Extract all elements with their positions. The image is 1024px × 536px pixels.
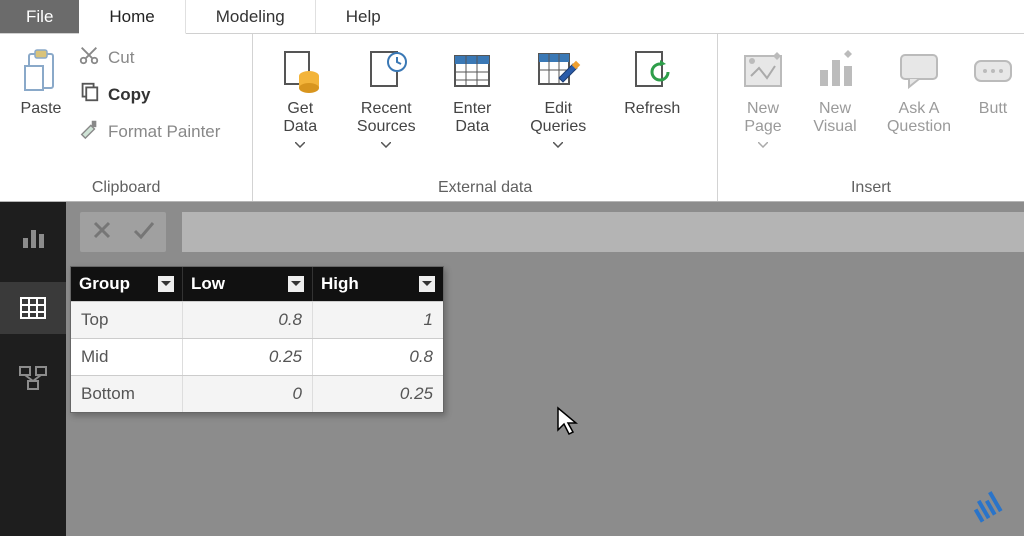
- ribbon-group-insert: New Page New Visual Ask A Question Butt …: [718, 34, 1024, 201]
- recent-icon: [361, 46, 411, 96]
- table-row[interactable]: Top 0.8 1: [71, 301, 443, 338]
- chevron-down-icon: [295, 135, 305, 153]
- table-header-row: Group Low High: [71, 267, 443, 301]
- header-low-label: Low: [191, 274, 225, 294]
- refresh-icon: [627, 46, 677, 96]
- commit-icon[interactable]: [131, 219, 155, 246]
- ribbon-group-clipboard: Paste Cut Copy Format Painter Clipboard: [0, 34, 253, 201]
- menu-bar: File Home Modeling Help: [0, 0, 1024, 34]
- ribbon: Paste Cut Copy Format Painter Clipboard: [0, 34, 1024, 202]
- chevron-down-icon: [553, 135, 563, 153]
- new-page-button[interactable]: New Page: [732, 40, 794, 153]
- edit-queries-icon: [533, 46, 583, 96]
- ribbon-group-external-data: Get Data Recent Sources Enter Data Edit …: [253, 34, 718, 201]
- table-row[interactable]: Bottom 0 0.25: [71, 375, 443, 412]
- brush-icon: [78, 118, 100, 145]
- chevron-down-icon: [381, 135, 391, 153]
- copy-label: Copy: [108, 85, 151, 105]
- cell-high: 0.8: [313, 339, 443, 375]
- cell-low: 0.8: [183, 302, 313, 338]
- filter-icon[interactable]: [288, 276, 304, 292]
- header-high[interactable]: High: [313, 267, 443, 301]
- get-data-label: Get Data: [283, 100, 317, 137]
- ask-question-button[interactable]: Ask A Question: [876, 40, 962, 137]
- canvas: Group Low High Top 0.8 1 Mid 0.25 0.8 Bo…: [66, 202, 1024, 536]
- filter-icon[interactable]: [419, 276, 435, 292]
- format-painter-button[interactable]: Format Painter: [78, 118, 220, 145]
- new-visual-button[interactable]: New Visual: [804, 40, 866, 137]
- ask-question-label: Ask A Question: [887, 100, 951, 137]
- cancel-icon[interactable]: [91, 219, 113, 246]
- cell-high: 1: [313, 302, 443, 338]
- format-painter-label: Format Painter: [108, 122, 220, 142]
- tab-file[interactable]: File: [0, 0, 79, 33]
- new-page-icon: [738, 46, 788, 96]
- formula-bar: [80, 212, 1024, 252]
- report-view-button[interactable]: [16, 224, 50, 252]
- watermark-logo-icon: [966, 489, 1010, 530]
- scissors-icon: [78, 44, 100, 71]
- tab-home-label: Home: [109, 7, 154, 27]
- chevron-down-icon: [758, 135, 768, 153]
- edit-queries-label: Edit Queries: [530, 100, 586, 137]
- get-data-icon: [275, 46, 325, 96]
- model-view-button[interactable]: [16, 364, 50, 392]
- enter-data-label: Enter Data: [453, 100, 491, 137]
- enter-data-button[interactable]: Enter Data: [441, 40, 503, 137]
- new-page-label: New Page: [744, 100, 781, 137]
- recent-sources-button[interactable]: Recent Sources: [345, 40, 427, 153]
- cut-label: Cut: [108, 48, 134, 68]
- formula-input[interactable]: [182, 212, 1024, 252]
- cell-high: 0.25: [313, 376, 443, 412]
- cell-group: Top: [71, 302, 183, 338]
- button-icon: [968, 46, 1018, 96]
- data-table: Group Low High Top 0.8 1 Mid 0.25 0.8 Bo…: [70, 266, 444, 413]
- cell-group: Mid: [71, 339, 183, 375]
- cell-low: 0.25: [183, 339, 313, 375]
- insert-group-label: Insert: [728, 175, 1014, 199]
- cell-group: Bottom: [71, 376, 183, 412]
- tab-help[interactable]: Help: [316, 0, 411, 33]
- paste-button[interactable]: Paste: [10, 40, 72, 118]
- buttons-button[interactable]: Butt: [972, 40, 1014, 118]
- table-row[interactable]: Mid 0.25 0.8: [71, 338, 443, 375]
- view-switcher: [0, 202, 66, 536]
- workspace: Group Low High Top 0.8 1 Mid 0.25 0.8 Bo…: [0, 202, 1024, 536]
- data-view-button[interactable]: [0, 282, 66, 334]
- clipboard-group-label: Clipboard: [10, 175, 242, 199]
- recent-label: Recent Sources: [357, 100, 416, 137]
- mouse-cursor-icon: [556, 406, 578, 441]
- copy-icon: [78, 81, 100, 108]
- tab-home[interactable]: Home: [79, 0, 185, 34]
- tab-modeling-label: Modeling: [216, 7, 285, 27]
- header-group[interactable]: Group: [71, 267, 183, 301]
- header-group-label: Group: [79, 274, 130, 294]
- refresh-label: Refresh: [624, 100, 680, 118]
- buttons-label: Butt: [979, 100, 1007, 118]
- new-visual-label: New Visual: [813, 100, 856, 137]
- refresh-button[interactable]: Refresh: [613, 40, 691, 118]
- bar-chart-icon: [810, 46, 860, 96]
- speech-bubble-icon: [894, 46, 944, 96]
- cell-low: 0: [183, 376, 313, 412]
- external-data-group-label: External data: [263, 175, 707, 199]
- cut-button[interactable]: Cut: [78, 44, 220, 71]
- header-low[interactable]: Low: [183, 267, 313, 301]
- tab-file-label: File: [26, 7, 53, 27]
- paste-label: Paste: [21, 100, 62, 118]
- get-data-button[interactable]: Get Data: [269, 40, 331, 153]
- table-body: Top 0.8 1 Mid 0.25 0.8 Bottom 0 0.25: [71, 301, 443, 412]
- tab-modeling[interactable]: Modeling: [186, 0, 316, 33]
- clipboard-icon: [16, 46, 66, 96]
- table-icon: [447, 46, 497, 96]
- tab-help-label: Help: [346, 7, 381, 27]
- filter-icon[interactable]: [158, 276, 174, 292]
- formula-bar-actions: [80, 212, 166, 252]
- edit-queries-button[interactable]: Edit Queries: [517, 40, 599, 153]
- header-high-label: High: [321, 274, 359, 294]
- copy-button[interactable]: Copy: [78, 81, 220, 108]
